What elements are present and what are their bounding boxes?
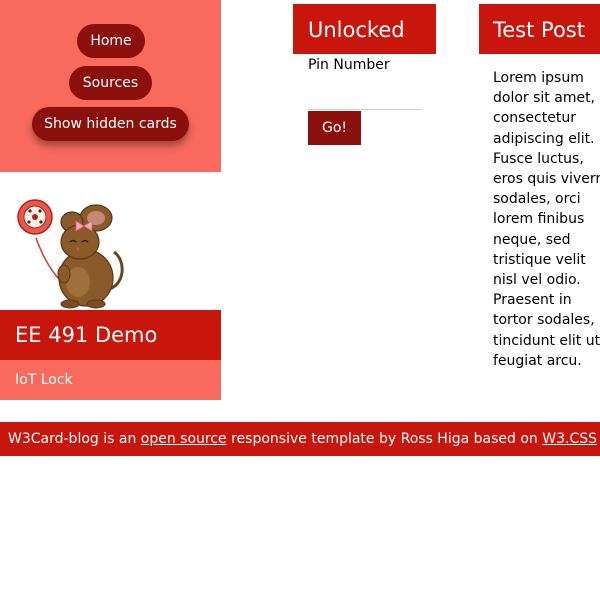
- post-card: Test Post Lorem ipsum dolor sit amet, co…: [479, 4, 600, 384]
- post-line: Fusce luctus,: [493, 150, 584, 167]
- show-hidden-cards-button[interactable]: Show hidden cards: [32, 107, 189, 141]
- post-line: feugiat arcu.: [493, 352, 582, 369]
- post-line: eros quis viverra: [493, 171, 600, 188]
- post-line: Lorem ipsum: [493, 70, 584, 86]
- footer: W3Card-blog is an open source responsive…: [0, 422, 600, 456]
- post-line: consectetur: [493, 110, 576, 127]
- post-body: Lorem ipsum dolor sit amet, consectetur …: [493, 68, 600, 371]
- post-line: lorem finibus: [493, 211, 585, 228]
- post-line: sodales, orci: [493, 191, 581, 208]
- pin-label: Pin Number: [308, 57, 390, 73]
- page: Home Sources Show hidden cards EE 491 De…: [0, 0, 600, 600]
- footer-text-credit: responsive template by Ross Higa based o…: [226, 431, 543, 447]
- open-source-link[interactable]: open source: [141, 431, 227, 447]
- profile-title: EE 491 Demo: [0, 310, 221, 360]
- post-line: adipiscing elit.: [493, 130, 595, 147]
- post-line: tristique velit: [493, 251, 586, 268]
- post-line: tortor sodales,: [493, 312, 595, 329]
- post-line: neque, sed: [493, 231, 571, 248]
- post-title: Test Post: [479, 4, 600, 54]
- profile-subtitle: IoT Lock: [0, 360, 221, 400]
- post-line: dolor sit amet,: [493, 90, 596, 107]
- post-line: nisl vel odio.: [493, 272, 581, 289]
- go-button[interactable]: Go!: [308, 111, 361, 145]
- sources-button[interactable]: Sources: [69, 66, 152, 100]
- post-line: tincidunt elit ut,: [493, 332, 600, 349]
- footer-text-intro: W3Card-blog is an: [8, 431, 141, 447]
- post-line: Praesent in: [493, 292, 572, 309]
- w3css-link[interactable]: W3.CSS: [542, 431, 597, 447]
- nav-card: Home Sources Show hidden cards: [0, 0, 221, 172]
- profile-card: EE 491 Demo IoT Lock: [0, 190, 221, 400]
- home-button[interactable]: Home: [77, 24, 145, 58]
- pin-input[interactable]: [308, 82, 422, 110]
- lock-card: Unlocked Pin Number Go!: [293, 4, 436, 154]
- mouse-with-balloon-icon: [17, 199, 124, 309]
- lock-status-header: Unlocked: [293, 4, 436, 54]
